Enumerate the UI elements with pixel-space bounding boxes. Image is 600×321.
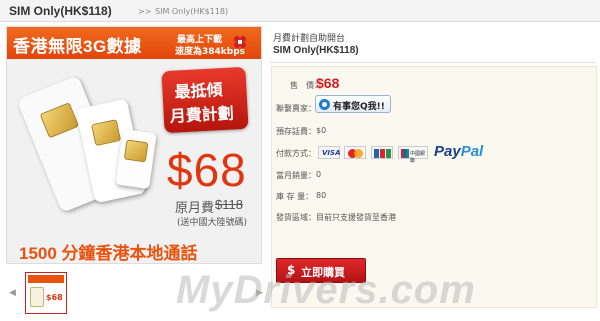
visa-text: VISA: [322, 149, 341, 157]
paypal-icon: PayPal: [434, 143, 483, 160]
original-price: $118: [215, 197, 243, 212]
shipping-area-value: 目前只支援發貨至香港: [316, 213, 396, 222]
gift-note: (送中國大陸號碼): [177, 218, 248, 228]
breadcrumb[interactable]: SIM Only(HK$118): [155, 7, 228, 16]
monthly-sales-value: 0: [316, 170, 322, 179]
sim-chip: [123, 139, 149, 163]
contact-seller-label: 聯繫賣家：: [276, 104, 316, 113]
jcb-blue-bar: [374, 149, 379, 158]
unionpay-mark: [401, 149, 409, 158]
watermark: MyDrivers.com: [176, 268, 476, 312]
sim-card-nano: [115, 128, 157, 190]
mastercard-yellow-circle: [354, 149, 363, 158]
product-page: SIM Only(HK$118) >> SIM Only(HK$118) 香港無…: [0, 0, 600, 321]
banner-title: 香港無限3G數據: [13, 37, 142, 56]
qq-chat-icon: [319, 99, 330, 110]
chat-button-label: 有事您Q我!!: [333, 102, 385, 112]
jcb-green-bar: [386, 149, 391, 158]
banner-header: 香港無限3G數據 最高上下載 速度為384kbps: [7, 27, 261, 59]
promo-badge: 最抵傾 月費計劃: [161, 66, 249, 134]
unionpay-icon: 中國銀聯: [398, 146, 428, 164]
divider: [270, 62, 596, 63]
page-title: SIM Only(HK$118): [9, 4, 112, 18]
monthly-sales-label: 當月銷量：: [276, 171, 316, 180]
product-category: 月費計劃自助開台: [273, 34, 346, 44]
stock-label: 庫 存 量：: [276, 192, 314, 201]
title-bar: SIM Only(HK$118) >> SIM Only(HK$118): [0, 0, 600, 22]
price-value: $68: [316, 75, 340, 91]
shipping-area-label: 發貨區域：: [276, 213, 316, 222]
jcb-red-bar: [380, 149, 385, 158]
thumbnail-price: $68: [46, 293, 63, 302]
visa-icon: VISA: [318, 146, 340, 159]
product-name: SIM Only(HK$118): [273, 45, 359, 56]
original-price-label: 原月費: [175, 200, 215, 215]
minutes-note: 1500 分鐘香港本地通話: [19, 244, 198, 263]
carrier-logo-icon: [234, 36, 246, 48]
sim-chip: [91, 119, 122, 147]
promo-badge-line1: 最抵傾: [174, 82, 223, 102]
breadcrumb-separator: >>: [138, 7, 152, 16]
prepaid-value: $0: [316, 126, 327, 135]
banner-price: $68: [167, 144, 247, 196]
chat-seller-button[interactable]: 有事您Q我!!: [315, 95, 391, 113]
promo-badge-line2: 月費計劃: [169, 105, 235, 126]
mastercard-icon: [344, 146, 366, 159]
thumbnail-sim: [30, 287, 44, 307]
product-thumbnail[interactable]: $68: [25, 272, 67, 314]
jcb-icon: [371, 146, 393, 159]
stock-value: 80: [316, 191, 327, 200]
product-banner-image: 香港無限3G數據 最高上下載 速度為384kbps 最抵傾 月費計劃 $68 原: [6, 26, 262, 264]
unionpay-text: 中國銀聯: [410, 151, 426, 164]
thumb-prev-arrow-icon[interactable]: ◀: [9, 288, 16, 298]
thumbnail-header: [28, 275, 64, 283]
payment-label: 付款方式：: [276, 149, 316, 158]
paypal-text-2: Pal: [460, 143, 484, 160]
prepaid-label: 預存話費：: [276, 127, 316, 136]
sim-chip: [39, 102, 80, 139]
paypal-text-1: Pay: [434, 143, 461, 160]
